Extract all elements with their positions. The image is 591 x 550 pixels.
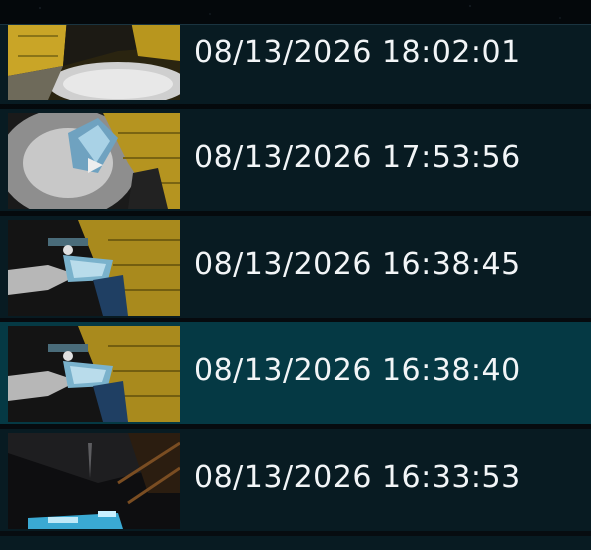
- screenshot-thumbnail: [8, 326, 180, 422]
- screenshot-list[interactable]: 08/13/2026 18:02:01 08/13/2026 17:53:56 …: [0, 25, 591, 550]
- screenshot-timestamp: 08/13/2026 18:02:01: [194, 35, 521, 70]
- screenshot-row-partial[interactable]: [0, 536, 591, 550]
- screenshot-thumbnail: [8, 433, 180, 529]
- screenshot-thumbnail: [8, 25, 180, 100]
- screenshot-row[interactable]: 08/13/2026 18:02:01: [0, 25, 591, 104]
- screenshot-thumbnail: [8, 220, 180, 316]
- screenshot-row[interactable]: 08/13/2026 16:38:45: [0, 216, 591, 318]
- screenshot-timestamp: 08/13/2026 16:38:40: [194, 353, 521, 388]
- screenshot-browser: 08/13/2026 18:02:01 08/13/2026 17:53:56 …: [0, 0, 591, 550]
- screenshot-row[interactable]: 08/13/2026 17:53:56: [0, 109, 591, 211]
- screenshot-thumbnail: [8, 113, 180, 209]
- screenshot-row[interactable]: 08/13/2026 16:33:53: [0, 429, 591, 531]
- screenshot-timestamp: 08/13/2026 16:33:53: [194, 460, 521, 495]
- screenshot-timestamp: 08/13/2026 16:38:45: [194, 247, 521, 282]
- screenshot-timestamp: 08/13/2026 17:53:56: [194, 140, 521, 175]
- screenshot-row-selected[interactable]: 08/13/2026 16:38:40: [0, 322, 591, 424]
